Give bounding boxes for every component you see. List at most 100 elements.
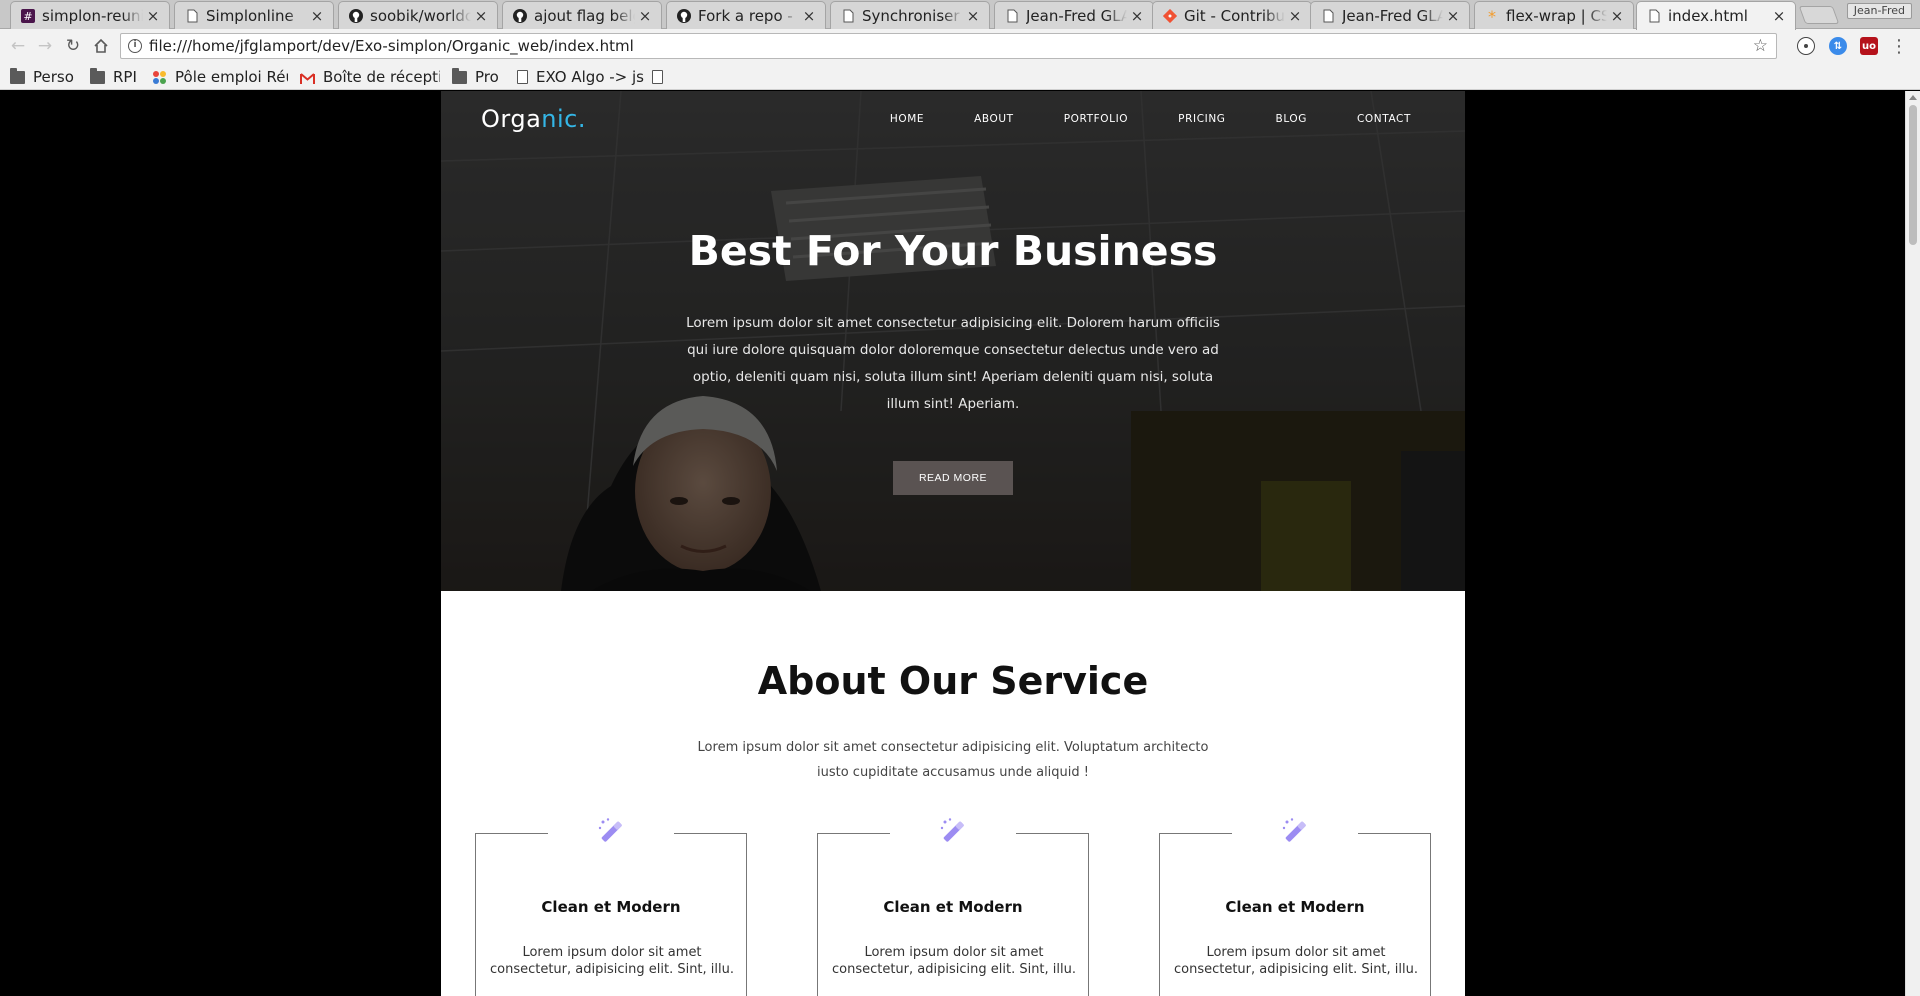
nav-blog[interactable]: BLOG <box>1276 113 1307 125</box>
page-icon <box>517 70 528 84</box>
tab-jean-fred-2[interactable]: Jean-Fred GLAMPORT × <box>1310 1 1470 29</box>
bookmark-rpi[interactable]: RPI <box>90 67 137 87</box>
logo-accent-text: nic. <box>541 105 586 133</box>
bookmark-exo-algo[interactable]: EXO Algo -> js <box>517 67 644 87</box>
github-icon <box>513 8 527 23</box>
back-icon[interactable]: ← <box>7 35 29 57</box>
close-icon[interactable]: × <box>1769 7 1789 25</box>
bookmark-pro[interactable]: Pro <box>452 67 499 87</box>
new-tab-button[interactable] <box>1798 6 1840 24</box>
extension-blue-icon[interactable]: ⇅ <box>1829 37 1847 55</box>
close-icon[interactable]: × <box>799 7 819 25</box>
service-card: Clean et Modern Lorem ipsum dolor sit am… <box>475 818 747 996</box>
card-text: Lorem ipsum dolor sit amet consectetur, … <box>1173 945 1419 977</box>
tab-title: index.html <box>1668 7 1748 25</box>
nav-home[interactable]: HOME <box>890 113 924 125</box>
page-icon <box>1321 9 1335 23</box>
github-icon <box>349 8 363 23</box>
reload-icon[interactable]: ↻ <box>62 35 84 57</box>
tab-title: Git - Contributing <box>1184 6 1285 25</box>
tab-strip: # simplon-reunion × Simplonline × soobik… <box>0 0 1920 30</box>
magic-wand-icon <box>598 818 622 842</box>
bookmark-label: Boîte de réception <box>323 68 440 86</box>
card-title: Clean et Modern <box>883 898 1023 916</box>
address-bar[interactable]: i file:///home/jfglamport/dev/Exo-simplo… <box>120 33 1777 59</box>
close-icon[interactable]: × <box>471 7 491 25</box>
bookmark-label: EXO Algo -> js <box>536 68 644 86</box>
tab-title: simplon-reunion <box>42 6 143 25</box>
close-icon[interactable]: × <box>1607 7 1627 25</box>
tab-index-html[interactable]: index.html × <box>1636 1 1796 30</box>
bookmark-label: RPI <box>113 68 137 86</box>
csstricks-icon: * <box>1485 9 1499 23</box>
close-icon[interactable]: × <box>307 7 327 25</box>
close-icon[interactable]: × <box>143 7 163 25</box>
tab-jean-fred-1[interactable]: Jean-Fred GLAMPORT × <box>994 1 1154 29</box>
forward-icon[interactable]: → <box>34 35 56 57</box>
close-icon[interactable]: × <box>1127 7 1147 25</box>
card-text: Lorem ipsum dolor sit amet consectetur, … <box>831 945 1077 977</box>
folder-icon <box>452 67 467 84</box>
service-card: Clean et Modern Lorem ipsum dolor sit am… <box>817 818 1089 996</box>
close-icon[interactable]: × <box>635 7 655 25</box>
card-title: Clean et Modern <box>1225 898 1365 916</box>
hero-title: Best For Your Business <box>688 227 1218 275</box>
nav-portfolio[interactable]: PORTFOLIO <box>1064 113 1128 125</box>
pinwheel-icon <box>152 70 167 85</box>
hero-section: Organic. HOME ABOUT PORTFOLIO PRICING BL… <box>441 91 1465 591</box>
tab-title: Synchroniser son fork <box>862 6 963 25</box>
folder-icon <box>10 67 25 84</box>
nav-contact[interactable]: CONTACT <box>1357 113 1411 125</box>
tab-title: Jean-Fred GLAMPORT <box>1342 6 1443 25</box>
read-more-button[interactable]: READ MORE <box>893 461 1013 495</box>
svg-text:*: * <box>1488 9 1496 23</box>
page-viewport: Organic. HOME ABOUT PORTFOLIO PRICING BL… <box>0 91 1905 996</box>
close-icon[interactable]: × <box>963 7 983 25</box>
tab-title: Simplonline <box>206 6 294 25</box>
tab-title: Jean-Fred GLAMPORT <box>1026 6 1127 25</box>
tab-title: flex-wrap | CSS-Tricks <box>1506 6 1607 25</box>
bookmark-pole-emploi[interactable]: Pôle emploi Réunion <box>152 67 288 87</box>
page-scrollbar[interactable] <box>1905 91 1920 996</box>
tab-soobik-worldcountries[interactable]: soobik/worldcountries × <box>338 1 498 29</box>
tab-simplon-reunion[interactable]: # simplon-reunion × <box>10 1 170 29</box>
organic-site: Organic. HOME ABOUT PORTFOLIO PRICING BL… <box>441 91 1465 996</box>
page-icon <box>1647 9 1661 23</box>
bookmark-star-icon[interactable]: ☆ <box>1753 34 1768 58</box>
git-icon <box>1163 8 1177 23</box>
close-icon[interactable]: × <box>1285 7 1305 25</box>
tab-title: ajout flag belgique <box>534 6 635 25</box>
nav-about[interactable]: ABOUT <box>974 113 1014 125</box>
card-text: Lorem ipsum dolor sit amet consectetur, … <box>489 945 735 977</box>
tab-ajout-flag[interactable]: ajout flag belgique × <box>502 1 662 29</box>
tab-fork-a-repo[interactable]: Fork a repo - User Documentation × <box>666 1 826 29</box>
gmail-icon <box>300 71 315 84</box>
tab-git-contributing[interactable]: Git - Contributing × <box>1152 1 1312 29</box>
tab-title: soobik/worldcountries <box>370 6 471 25</box>
profile-button[interactable]: Jean-Fred <box>1846 3 1912 19</box>
folder-icon <box>90 67 105 84</box>
scroll-up-arrow-icon[interactable] <box>1909 95 1917 100</box>
menu-kebab-icon[interactable]: ⋮ <box>1888 35 1910 57</box>
url-text: file:///home/jfglamport/dev/Exo-simplon/… <box>149 37 634 55</box>
bookmark-untitled[interactable] <box>652 67 671 87</box>
svg-text:#: # <box>23 10 32 23</box>
tab-title: Fork a repo - User Documentation <box>698 6 799 25</box>
page-icon <box>841 9 855 23</box>
bookmark-boite-reception[interactable]: Boîte de réception <box>300 67 440 87</box>
tab-simplonline[interactable]: Simplonline × <box>174 1 334 29</box>
tab-synchroniser[interactable]: Synchroniser son fork × <box>830 1 990 29</box>
magic-wand-icon <box>940 818 964 842</box>
info-icon[interactable]: i <box>128 39 142 53</box>
scrollbar-thumb[interactable] <box>1909 105 1917 245</box>
extension-circle-icon[interactable] <box>1797 37 1815 55</box>
nav-pricing[interactable]: PRICING <box>1178 113 1225 125</box>
magic-wand-icon <box>1282 818 1306 842</box>
home-icon[interactable] <box>90 35 112 57</box>
ublock-icon[interactable]: uo <box>1860 37 1878 55</box>
slack-icon: # <box>21 8 35 23</box>
site-logo[interactable]: Organic. <box>481 105 586 133</box>
bookmark-perso[interactable]: Perso <box>10 67 74 87</box>
tab-flex-wrap[interactable]: * flex-wrap | CSS-Tricks × <box>1474 1 1634 29</box>
close-icon[interactable]: × <box>1443 7 1463 25</box>
